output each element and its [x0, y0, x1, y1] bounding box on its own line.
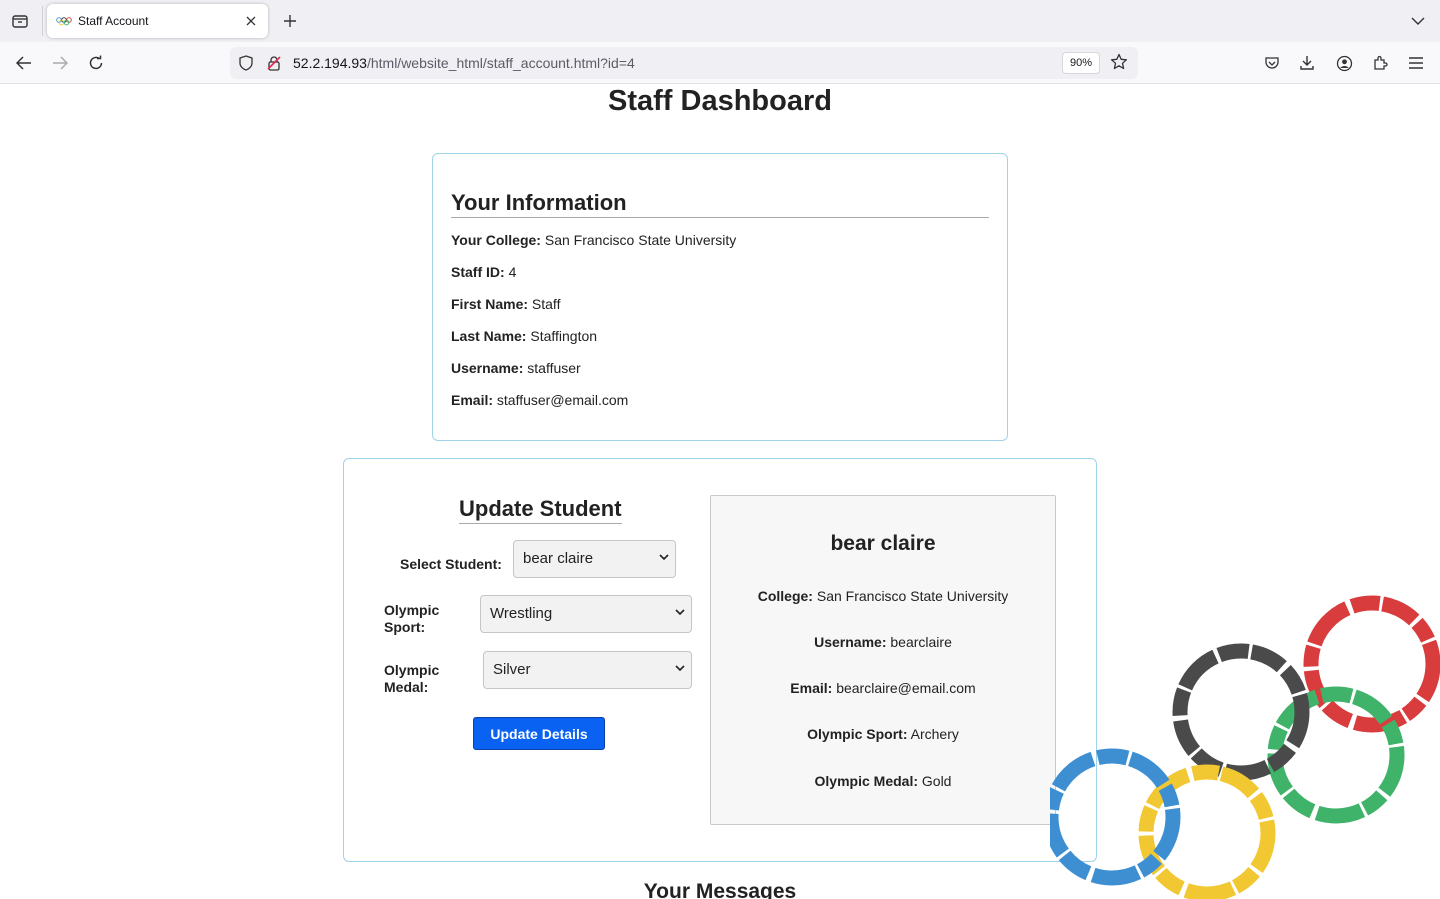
- info-email-value: staffuser@email.com: [496, 392, 629, 408]
- info-email-row: Email: staffuser@email.com: [451, 392, 989, 410]
- student-username-row: Username: bearclaire: [711, 634, 1055, 652]
- menu-hamburger-icon[interactable]: [1405, 52, 1427, 74]
- your-information-card: Your Information Your College: San Franc…: [432, 153, 1008, 441]
- olympic-sport-dropdown[interactable]: Wrestling: [480, 595, 692, 633]
- url-text: 52.2.194.93/html/website_html/staff_acco…: [293, 55, 635, 71]
- info-last-name-value: Staffington: [530, 328, 598, 344]
- update-details-button[interactable]: Update Details: [473, 717, 605, 750]
- info-username-row: Username: staffuser: [451, 360, 989, 378]
- student-name: bear claire: [830, 532, 936, 555]
- bookmark-star-icon[interactable]: [1110, 53, 1128, 76]
- page-title: Staff Dashboard: [608, 85, 832, 117]
- olympic-medal-label: Olympic Medal:: [384, 662, 439, 696]
- info-college-row: Your College: San Francisco State Univer…: [451, 232, 989, 250]
- chevron-down-icon: [675, 665, 685, 672]
- student-college-row: College: San Francisco State University: [711, 588, 1055, 606]
- tab-staff-account[interactable]: Staff Account: [47, 4, 268, 38]
- info-college-value: San Francisco State University: [544, 232, 737, 248]
- update-student-card: Update Student Select Student: bear clai…: [343, 458, 1097, 862]
- info-username-label: Username:: [451, 360, 524, 376]
- olympic-sport-label-line2: Sport:: [384, 619, 426, 635]
- student-college-value: San Francisco State University: [816, 588, 1009, 604]
- olympic-sport-label: Olympic Sport:: [384, 602, 439, 636]
- olympic-sport-value: Wrestling: [490, 605, 553, 622]
- student-college-label: College:: [757, 588, 813, 604]
- olympic-rings-decoration-icon: [1050, 595, 1440, 899]
- student-medal-row: Olympic Medal: Gold: [711, 773, 1055, 791]
- zoom-level-badge[interactable]: 90%: [1062, 52, 1101, 74]
- tab-separator: [42, 6, 43, 36]
- pocket-icon[interactable]: [1261, 52, 1283, 74]
- info-last-name-label: Last Name:: [451, 328, 527, 344]
- student-sport-row: Olympic Sport: Archery: [711, 726, 1055, 744]
- olympic-medal-label-line1: Olympic: [384, 662, 440, 678]
- select-student-label: Select Student:: [400, 556, 502, 572]
- page-content: Staff Dashboard Your Information Your Co…: [0, 85, 1440, 899]
- download-icon[interactable]: [1296, 52, 1318, 74]
- forward-arrow-icon[interactable]: [47, 51, 73, 75]
- tab-title: Staff Account: [78, 14, 149, 28]
- tab-list-icon[interactable]: [8, 10, 32, 32]
- browser-nav-bar: 52.2.194.93/html/website_html/staff_acco…: [0, 42, 1440, 84]
- student-email-row: Email: bearclaire@email.com: [711, 680, 1055, 698]
- info-last-name-row: Last Name: Staffington: [451, 328, 989, 346]
- url-host: 52.2.194.93: [293, 55, 367, 71]
- select-student-dropdown[interactable]: bear claire: [513, 540, 676, 578]
- student-email-value: bearclaire@email.com: [836, 680, 976, 696]
- url-path: /html/website_html/staff_account.html?id…: [366, 55, 635, 71]
- student-username-value: bearclaire: [890, 634, 952, 650]
- student-medal-value: Gold: [921, 773, 952, 789]
- select-student-value: bear claire: [523, 550, 594, 567]
- insecure-lock-icon[interactable]: [266, 55, 282, 76]
- olympic-sport-label-line1: Olympic: [384, 602, 440, 618]
- extensions-icon[interactable]: [1369, 52, 1391, 74]
- new-tab-icon[interactable]: [280, 10, 300, 32]
- back-arrow-icon[interactable]: [11, 51, 37, 75]
- info-staff-id-value: 4: [508, 264, 517, 280]
- info-first-name-row: First Name: Staff: [451, 296, 989, 314]
- info-first-name-label: First Name:: [451, 296, 529, 312]
- student-sport-value: Archery: [910, 726, 959, 742]
- student-email-label: Email:: [790, 680, 833, 696]
- olympic-medal-dropdown[interactable]: Silver: [483, 651, 692, 689]
- your-information-heading: Your Information: [451, 190, 989, 218]
- olympic-medal-value: Silver: [493, 661, 531, 678]
- reload-icon[interactable]: [83, 51, 109, 75]
- student-username-label: Username:: [814, 634, 887, 650]
- account-icon[interactable]: [1333, 52, 1355, 74]
- student-details-card: bear claire College: San Francisco State…: [710, 495, 1056, 825]
- info-staff-id-label: Staff ID:: [451, 264, 505, 280]
- student-sport-label: Olympic Sport:: [807, 726, 908, 742]
- chevron-down-icon[interactable]: [1408, 10, 1428, 32]
- shield-icon[interactable]: [238, 55, 254, 76]
- student-medal-label: Olympic Medal:: [814, 773, 918, 789]
- browser-tab-bar: Staff Account: [0, 0, 1440, 42]
- update-student-heading: Update Student: [459, 496, 622, 524]
- info-college-label: Your College:: [451, 232, 541, 248]
- olympic-medal-label-line2: Medal:: [384, 679, 429, 695]
- info-staff-id-row: Staff ID: 4: [451, 264, 989, 282]
- chevron-down-icon: [659, 554, 669, 561]
- address-bar[interactable]: 52.2.194.93/html/website_html/staff_acco…: [230, 47, 1138, 79]
- info-email-label: Email:: [451, 392, 494, 408]
- info-first-name-value: Staff: [531, 296, 561, 312]
- olympic-rings-favicon-icon: [56, 17, 72, 26]
- close-tab-icon[interactable]: [242, 12, 260, 30]
- info-username-value: staffuser: [527, 360, 581, 376]
- chevron-down-icon: [675, 609, 685, 616]
